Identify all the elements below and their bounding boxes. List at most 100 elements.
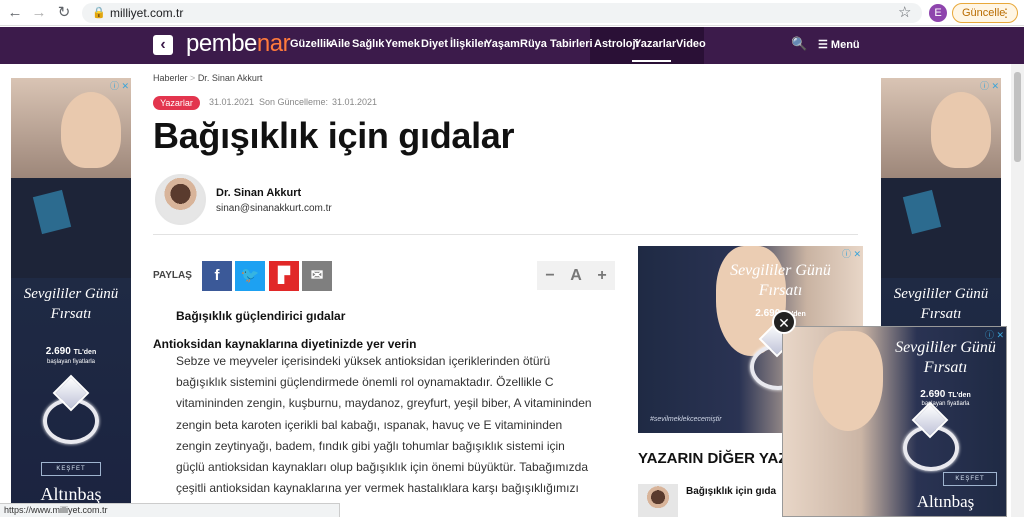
ad-model-face [61,92,121,168]
more-options-icon: ⋮ [1000,6,1012,20]
nav-active-underline [632,60,671,62]
category-badge[interactable]: Yazarlar [153,96,200,110]
ad-title-line1: Sevgililer Günü [730,262,831,279]
nav-item-ruya-tabirleri[interactable]: Rüya Tabirleri [520,38,593,50]
facebook-share-icon[interactable]: f [202,261,232,291]
lock-icon: 🔒 [92,7,106,19]
font-size-control: − A + [537,261,615,290]
back-chevron-icon[interactable]: ‹ [153,35,173,55]
author-name[interactable]: Dr. Sinan Akkurt [216,187,301,199]
nav-item-saglik[interactable]: Sağlık [352,38,384,50]
nav-item-astroloji[interactable]: Astroloji [594,38,639,50]
profile-avatar[interactable]: E [929,4,947,22]
ad-price-unit: TL'den [73,349,97,356]
ad-title-line1: Sevgililer Günü [893,286,989,302]
left-side-ad[interactable]: ⓘ ✕ Sevgililer Günü Fırsatı 2.690 TL'den… [11,78,131,517]
ad-title-line2: Fırsatı [50,306,92,322]
search-icon[interactable]: 🔍 [791,36,807,52]
menu-button[interactable]: ☰ Menü [818,38,860,51]
share-label: PAYLAŞ [153,270,192,281]
ad-price-value: 2.690 [920,389,946,400]
breadcrumb: Haberler > Dr. Sinan Akkurt [153,73,262,83]
author-other-posts-heading: YAZARIN DİĞER YAZ [638,450,788,467]
nav-item-yasam[interactable]: Yaşam [485,38,520,50]
related-post-title[interactable]: Bağışıklık için gıda [686,486,776,497]
ad-brand: Altınbaş [916,492,975,511]
scrollbar-thumb[interactable] [1014,72,1021,162]
paragraph-line: çeşitli antioksidan kaynaklarına yer ver… [176,481,579,496]
paragraph-line: zengin zeytinyağı, badem, fındık gibi ya… [176,438,565,453]
breadcrumb-current[interactable]: Dr. Sinan Akkurt [198,73,263,83]
close-ad-button[interactable]: ✕ [772,310,796,334]
reload-icon[interactable]: ↻ [55,4,73,22]
author-email[interactable]: sinan@sinanakkurt.com.tr [216,203,332,214]
font-decrease-button[interactable]: − [537,261,563,290]
nav-item-yemek[interactable]: Yemek [385,38,420,50]
ad-dark-area [881,178,1001,278]
paragraph-line: Sebze ve meyveler içerisindeki yüksek an… [176,354,551,368]
ad-signature: #sevilmeklekcecemiştir [650,416,722,423]
ad-title-line1: Sevgililer Günü [895,339,996,356]
logo-pembe: pembe [186,30,257,57]
breadcrumb-home[interactable]: Haberler [153,73,188,83]
nav-item-diyet[interactable]: Diyet [421,38,448,50]
nav-item-guzellik[interactable]: Güzellik [290,38,332,50]
ad-price-value: 2.690 [45,346,71,357]
divider [153,234,858,235]
nav-item-iliskiler[interactable]: İlişkiler [450,38,488,50]
font-size-label: A [570,267,582,284]
ad-info-icon[interactable]: ⓘ ✕ [980,79,999,92]
font-increase-button[interactable]: + [589,261,615,290]
ad-cta-button[interactable]: KEŞFET [41,462,101,476]
floating-ad[interactable]: ⓘ ✕ Sevgililer Günü Fırsatı 2.690 TL'den… [782,326,1007,517]
paragraph-line: bağışıklık sistemini güçlendirmede öneml… [176,375,554,390]
ad-title-line2: Fırsatı [923,359,968,376]
forward-arrow-icon[interactable]: → [30,4,48,22]
ad-info-icon[interactable]: ⓘ ✕ [842,247,861,260]
address-bar[interactable]: 🔒 milliyet.com.tr [82,3,922,23]
nav-item-aile[interactable]: Aile [330,38,350,50]
hamburger-icon: ☰ [818,39,831,51]
mail-share-icon[interactable]: ✉ [302,261,332,291]
publish-date: 31.01.2021 [209,97,255,107]
ad-title-line2: Fırsatı [758,282,803,299]
browser-window: ← → ↻ 🔒 milliyet.com.tr ☆ E Güncelle ⋮ ‹ … [0,0,1024,517]
article-title: Bağışıklık için gıdalar [153,115,515,156]
paragraph-line: zengin beta karoten içerikli bal kabağı,… [176,417,563,432]
ad-title-line2: Fırsatı [920,306,962,322]
twitter-share-icon[interactable]: 🐦 [235,261,265,291]
ad-price: 2.690 TL'den [11,346,131,357]
ad-price-note: başlayan fiyatlarla [921,401,970,407]
article-subheading-2: Antioksidan kaynaklarına diyetinizde yer… [153,337,417,351]
status-bar-url: https://www.milliyet.com.tr [0,503,340,517]
breadcrumb-separator: > [190,73,196,83]
logo-nar: nar [256,30,291,57]
ad-info-icon[interactable]: ⓘ ✕ [110,79,129,92]
nav-item-yazarlar[interactable]: Yazarlar [634,38,676,50]
paragraph-line: güçlü antioksidan kaynakları olup bağışı… [176,460,589,475]
back-arrow-icon[interactable]: ← [6,4,24,22]
ad-price-unit: TL'den [948,392,971,399]
article-subheading-1: Bağışıklık güçlendirici gıdalar [176,309,346,323]
related-post-thumbnail[interactable] [638,484,678,517]
ad-model-face [931,92,991,168]
ad-brand: Altınbaş [40,484,102,504]
author-avatar[interactable] [155,174,206,225]
updated-label: Son Güncelleme: [259,97,329,107]
update-button[interactable]: Güncelle ⋮ [952,3,1018,23]
ad-model-face [813,331,883,431]
ad-cta-button[interactable]: KEŞFET [943,472,997,486]
site-logo[interactable]: pembenar [186,30,291,58]
paragraph-line: vitamininden zengin, kuşburnu, maydanoz,… [176,396,592,411]
update-label: Güncelle [962,7,1006,19]
ad-title-line1: Sevgililer Günü [23,286,119,302]
flipboard-share-icon[interactable]: ▛ [269,261,299,291]
bookmark-star-icon[interactable]: ☆ [898,3,911,21]
article-paragraph: Sebze ve meyveler içerisindeki yüksek an… [176,351,616,517]
url-text: milliyet.com.tr [110,6,184,20]
ad-price: 2.690 TL'den [883,389,1006,400]
nav-item-video[interactable]: Video [676,38,706,50]
menu-label: Menü [830,39,860,51]
page-scrollbar[interactable] [1011,64,1024,517]
updated-date: 31.01.2021 [332,97,378,107]
